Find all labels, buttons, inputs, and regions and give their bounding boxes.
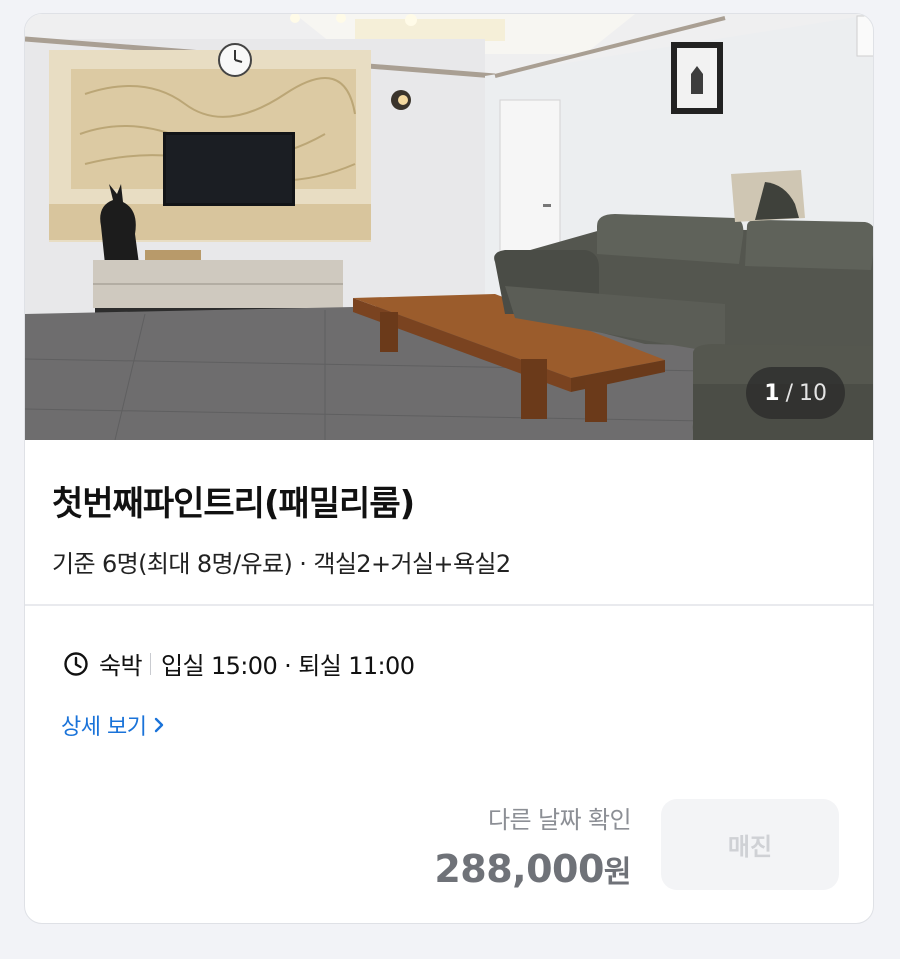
check-in-out-times: 입실 15:00 · 퇴실 11:00 <box>160 652 415 680</box>
clock-icon <box>64 651 88 676</box>
photo-counter-total: 10 <box>799 380 827 406</box>
room-photo[interactable]: 1 / 10 <box>25 14 873 440</box>
chevron-right-icon <box>155 717 164 733</box>
section-divider <box>25 604 873 606</box>
living-room-image <box>25 14 873 440</box>
photo-counter: 1 / 10 <box>746 367 845 419</box>
room-title: 첫번째파인트리(패밀리룸) <box>52 484 415 524</box>
room-description: 기준 6명(최대 8명/유료) · 객실2+거실+욕실2 <box>52 550 511 578</box>
room-card: 1 / 10 첫번째파인트리(패밀리룸) 기준 6명(최대 8명/유료) · 객… <box>24 13 874 924</box>
detail-view-link[interactable]: 상세 보기 <box>61 709 165 741</box>
stay-type: 숙박 <box>99 652 143 680</box>
stay-separator <box>149 652 151 675</box>
stay-info: 숙박 입실 15:00 · 퇴실 11:00 <box>63 646 415 681</box>
price-unit: 원 <box>603 855 632 890</box>
price-box: 다른 날짜 확인 288,000원 <box>434 800 631 891</box>
check-other-dates[interactable]: 다른 날짜 확인 <box>434 800 632 835</box>
photo-counter-current: 1 <box>764 380 780 406</box>
photo-counter-separator: / <box>785 380 793 406</box>
detail-view-label: 상세 보기 <box>61 715 147 740</box>
price-amount: 288,000 <box>434 847 604 891</box>
sold-out-button[interactable]: 매진 <box>661 799 839 890</box>
room-price: 288,000원 <box>434 847 631 891</box>
